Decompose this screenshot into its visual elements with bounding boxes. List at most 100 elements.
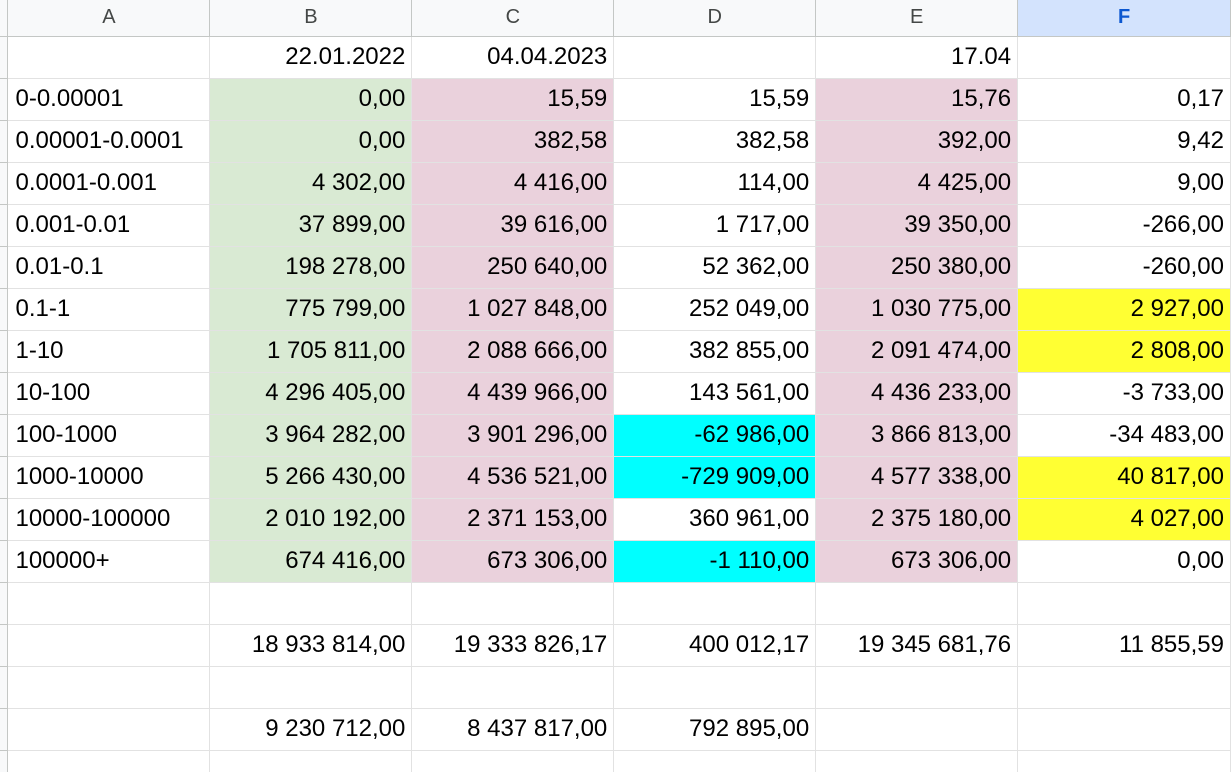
row-header[interactable] xyxy=(0,666,9,709)
cell-e-15[interactable]: 19 345 681,76 xyxy=(815,624,1019,667)
cell-d-9[interactable]: 143 561,00 xyxy=(613,372,817,415)
row-header[interactable] xyxy=(0,708,9,751)
cell-f-13[interactable]: 0,00 xyxy=(1017,540,1231,583)
cell-f-12[interactable]: 4 027,00 xyxy=(1017,498,1231,541)
cell-c-4[interactable]: 4 416,00 xyxy=(411,162,615,205)
cell-c-6[interactable]: 250 640,00 xyxy=(411,246,615,289)
cell-e-4[interactable]: 4 425,00 xyxy=(815,162,1019,205)
cell-b-4[interactable]: 4 302,00 xyxy=(209,162,413,205)
row-header[interactable] xyxy=(0,456,9,499)
cell-d-3[interactable]: 382,58 xyxy=(613,120,817,163)
cell-a-13[interactable]: 100000+ xyxy=(7,540,211,583)
cell-b-17[interactable]: 9 230 712,00 xyxy=(209,708,413,751)
cell-b-5[interactable]: 37 899,00 xyxy=(209,204,413,247)
cell-d-2[interactable]: 15,59 xyxy=(613,78,817,121)
cell-b-13[interactable]: 674 416,00 xyxy=(209,540,413,583)
cell-d-18[interactable] xyxy=(613,750,817,772)
column-header-f[interactable]: F xyxy=(1017,0,1231,37)
cell-f-6[interactable]: -260,00 xyxy=(1017,246,1231,289)
cell-a-3[interactable]: 0.00001-0.0001 xyxy=(7,120,211,163)
row-header[interactable] xyxy=(0,540,9,583)
cell-f-11[interactable]: 40 817,00 xyxy=(1017,456,1231,499)
select-all-corner[interactable] xyxy=(0,0,9,37)
cell-b-18[interactable] xyxy=(209,750,413,772)
cell-a-10[interactable]: 100-1000 xyxy=(7,414,211,457)
cell-a-18[interactable] xyxy=(7,750,211,772)
row-header[interactable] xyxy=(0,36,9,79)
cell-c-14[interactable] xyxy=(411,582,615,625)
spreadsheet-grid[interactable]: A B C D E F 22.01.2022 04.04.2023 17.04 0-0… xyxy=(0,0,1231,772)
cell-c-3[interactable]: 382,58 xyxy=(411,120,615,163)
cell-c-11[interactable]: 4 536 521,00 xyxy=(411,456,615,499)
cell-b-15[interactable]: 18 933 814,00 xyxy=(209,624,413,667)
row-header[interactable] xyxy=(0,162,9,205)
cell-b-14[interactable] xyxy=(209,582,413,625)
cell-a-5[interactable]: 0.001-0.01 xyxy=(7,204,211,247)
cell-d-5[interactable]: 1 717,00 xyxy=(613,204,817,247)
cell-c-5[interactable]: 39 616,00 xyxy=(411,204,615,247)
column-header-d[interactable]: D xyxy=(613,0,817,37)
cell-b-10[interactable]: 3 964 282,00 xyxy=(209,414,413,457)
cell-d-1[interactable] xyxy=(613,36,817,79)
cell-b-6[interactable]: 198 278,00 xyxy=(209,246,413,289)
cell-e-10[interactable]: 3 866 813,00 xyxy=(815,414,1019,457)
cell-a-12[interactable]: 10000-100000 xyxy=(7,498,211,541)
cell-e-18[interactable] xyxy=(815,750,1019,772)
cell-f-14[interactable] xyxy=(1017,582,1231,625)
cell-a-8[interactable]: 1-10 xyxy=(7,330,211,373)
cell-c-7[interactable]: 1 027 848,00 xyxy=(411,288,615,331)
cell-e-11[interactable]: 4 577 338,00 xyxy=(815,456,1019,499)
cell-a-15[interactable] xyxy=(7,624,211,667)
cell-b-12[interactable]: 2 010 192,00 xyxy=(209,498,413,541)
row-header[interactable] xyxy=(0,204,9,247)
cell-f-7[interactable]: 2 927,00 xyxy=(1017,288,1231,331)
cell-b-7[interactable]: 775 799,00 xyxy=(209,288,413,331)
cell-f-3[interactable]: 9,42 xyxy=(1017,120,1231,163)
cell-d-7[interactable]: 252 049,00 xyxy=(613,288,817,331)
row-header[interactable] xyxy=(0,624,9,667)
column-header-e[interactable]: E xyxy=(815,0,1019,37)
cell-b-11[interactable]: 5 266 430,00 xyxy=(209,456,413,499)
cell-e-6[interactable]: 250 380,00 xyxy=(815,246,1019,289)
row-header[interactable] xyxy=(0,120,9,163)
cell-d-12[interactable]: 360 961,00 xyxy=(613,498,817,541)
column-header-a[interactable]: A xyxy=(7,0,211,37)
cell-a-11[interactable]: 1000-10000 xyxy=(7,456,211,499)
cell-c-17[interactable]: 8 437 817,00 xyxy=(411,708,615,751)
cell-a-7[interactable]: 0.1-1 xyxy=(7,288,211,331)
cell-c-9[interactable]: 4 439 966,00 xyxy=(411,372,615,415)
cell-d-17[interactable]: 792 895,00 xyxy=(613,708,817,751)
row-header[interactable] xyxy=(0,372,9,415)
cell-e-12[interactable]: 2 375 180,00 xyxy=(815,498,1019,541)
cell-f-15[interactable]: 11 855,59 xyxy=(1017,624,1231,667)
cell-c-15[interactable]: 19 333 826,17 xyxy=(411,624,615,667)
cell-d-11[interactable]: -729 909,00 xyxy=(613,456,817,499)
cell-f-4[interactable]: 9,00 xyxy=(1017,162,1231,205)
cell-e-3[interactable]: 392,00 xyxy=(815,120,1019,163)
row-header[interactable] xyxy=(0,582,9,625)
cell-f-8[interactable]: 2 808,00 xyxy=(1017,330,1231,373)
cell-c-1[interactable]: 04.04.2023 xyxy=(411,36,615,79)
cell-c-8[interactable]: 2 088 666,00 xyxy=(411,330,615,373)
cell-e-8[interactable]: 2 091 474,00 xyxy=(815,330,1019,373)
row-header[interactable] xyxy=(0,78,9,121)
cell-f-5[interactable]: -266,00 xyxy=(1017,204,1231,247)
cell-c-12[interactable]: 2 371 153,00 xyxy=(411,498,615,541)
cell-f-18[interactable] xyxy=(1017,750,1231,772)
cell-a-6[interactable]: 0.01-0.1 xyxy=(7,246,211,289)
cell-c-13[interactable]: 673 306,00 xyxy=(411,540,615,583)
row-header[interactable] xyxy=(0,750,9,772)
cell-a-9[interactable]: 10-100 xyxy=(7,372,211,415)
cell-b-3[interactable]: 0,00 xyxy=(209,120,413,163)
cell-e-1[interactable]: 17.04 xyxy=(815,36,1019,79)
cell-c-10[interactable]: 3 901 296,00 xyxy=(411,414,615,457)
column-header-b[interactable]: B xyxy=(209,0,413,37)
cell-b-8[interactable]: 1 705 811,00 xyxy=(209,330,413,373)
cell-d-15[interactable]: 400 012,17 xyxy=(613,624,817,667)
row-header[interactable] xyxy=(0,330,9,373)
cell-f-9[interactable]: -3 733,00 xyxy=(1017,372,1231,415)
cell-f-16[interactable] xyxy=(1017,666,1231,709)
cell-f-1[interactable] xyxy=(1017,36,1231,79)
cell-c-16[interactable] xyxy=(411,666,615,709)
cell-a-4[interactable]: 0.0001-0.001 xyxy=(7,162,211,205)
